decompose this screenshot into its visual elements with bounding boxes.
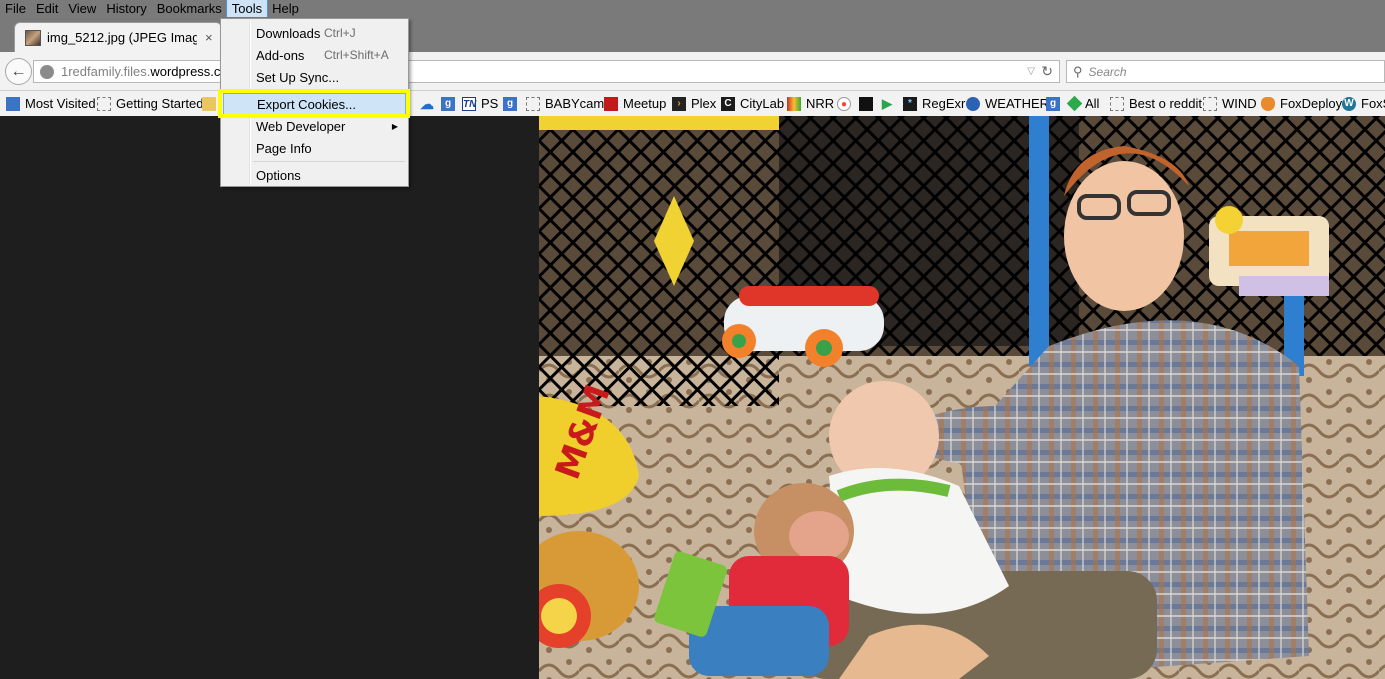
page-content: M&M <box>0 116 1385 679</box>
menu-bookmarks[interactable]: Bookmarks <box>152 0 227 17</box>
tab-title: img_5212.jpg (JPEG Image,... <box>47 30 197 45</box>
menuitem-web-developer[interactable]: Web Developer ▶ <box>223 115 406 137</box>
photo-illustration: M&M <box>539 116 1385 679</box>
bookmark-google-1[interactable]: g <box>441 91 460 116</box>
menu-tools[interactable]: Tools <box>225 0 269 18</box>
bookmark-getting-started[interactable]: Getting Started <box>97 91 203 116</box>
url-bar[interactable]: 1redfamily.files. wordpress.com ▽ ↻ <box>33 60 1060 83</box>
search-placeholder: Search <box>1088 64 1127 79</box>
tab-close-icon[interactable]: × <box>205 30 213 45</box>
bookmark-regexr[interactable]: * RegExr <box>903 91 965 116</box>
onedrive-icon: ☁ <box>420 95 434 112</box>
displayed-photo[interactable]: M&M <box>539 116 1385 679</box>
google-icon: g <box>1046 96 1060 111</box>
menu-view[interactable]: View <box>63 0 101 17</box>
bookmark-babycam[interactable]: BABYcam <box>526 91 604 116</box>
bookmark-wind[interactable]: WIND <box>1203 91 1257 116</box>
bookmark-weather[interactable]: WEATHER <box>966 91 1049 116</box>
tn-icon: TN <box>462 96 477 111</box>
google-play-icon: ▶ <box>882 95 892 111</box>
page-icon <box>97 96 111 111</box>
most-visited-icon <box>6 96 20 111</box>
menu-help[interactable]: Help <box>267 0 304 17</box>
back-button[interactable]: ← <box>5 58 32 85</box>
menu-bar: File Edit View History Bookmarks Tools H… <box>0 0 1385 18</box>
menu-separator <box>253 161 405 162</box>
bookmark-google-3[interactable]: g <box>1046 91 1065 116</box>
reddit-icon: ● <box>837 96 851 111</box>
bookmark-onedrive[interactable]: ☁ <box>420 91 439 116</box>
citylab-icon: C <box>721 96 735 111</box>
menuitem-page-info[interactable]: Page Info <box>223 137 406 159</box>
globe-icon <box>40 64 54 79</box>
bookmark-foxdeploy[interactable]: FoxDeploy <box>1261 91 1342 116</box>
bookmark-plex[interactable]: › Plex <box>672 91 716 116</box>
bookmark-reddit[interactable]: ● <box>837 91 856 116</box>
url-prefix: 1redfamily.files. <box>61 64 151 79</box>
menuitem-options[interactable]: Options <box>223 164 406 186</box>
menuitem-add-ons[interactable]: Add-ons Ctrl+Shift+A <box>223 44 406 66</box>
bookmark-nrr[interactable]: NRR <box>787 91 834 116</box>
fox-icon <box>1261 96 1275 111</box>
menuitem-downloads[interactable]: Downloads Ctrl+J <box>223 22 406 44</box>
search-input[interactable]: ⚲ Search <box>1066 60 1385 83</box>
bookmarks-toolbar: Most Visited Getting Started ☁ g TN PS g … <box>0 91 1385 116</box>
nrr-icon <box>787 96 801 111</box>
wordpress-icon: W <box>1342 96 1356 111</box>
regexr-icon: * <box>903 96 917 111</box>
page-icon <box>1110 96 1124 111</box>
image-thumbnail-icon <box>25 29 41 46</box>
bookmark-google-2[interactable]: g <box>503 91 522 116</box>
weather-icon <box>966 96 980 111</box>
bookmark-ps[interactable]: TN PS <box>462 91 498 116</box>
submenu-arrow-icon: ▶ <box>391 121 398 131</box>
navigation-bar: ← 1redfamily.files. wordpress.com ▽ ↻ ⚲ S… <box>0 52 1385 91</box>
history-dropdown-icon[interactable]: ▽ <box>1027 66 1035 77</box>
bookmark-meetup[interactable]: Meetup <box>604 91 666 116</box>
highlight-annotation-box <box>218 89 410 118</box>
bookmark-digg[interactable] <box>859 91 878 116</box>
bookmark-all[interactable]: All <box>1066 91 1099 116</box>
google-icon: g <box>503 96 517 111</box>
folder-icon <box>202 96 216 111</box>
bookmark-google-play[interactable]: ▶ <box>880 91 899 116</box>
bookmark-foxs[interactable]: WFoxS <box>1342 91 1385 116</box>
bookmark-best-o-reddit[interactable]: Best o reddit <box>1110 91 1202 116</box>
feedly-icon <box>1066 95 1083 112</box>
tab-image[interactable]: img_5212.jpg (JPEG Image,... × <box>14 22 222 52</box>
menu-history[interactable]: History <box>101 0 151 17</box>
plex-icon: › <box>672 96 686 111</box>
page-icon <box>1203 96 1217 111</box>
page-icon <box>526 96 540 111</box>
bookmark-citylab[interactable]: C CityLab <box>721 91 784 116</box>
menuitem-set-up-sync[interactable]: Set Up Sync... <box>223 66 406 88</box>
reload-icon[interactable]: ↻ <box>1041 63 1053 80</box>
google-icon: g <box>441 96 455 111</box>
meetup-icon <box>604 96 618 111</box>
digg-icon <box>859 96 873 111</box>
search-icon: ⚲ <box>1073 63 1083 79</box>
bookmark-most-visited[interactable]: Most Visited <box>6 91 96 116</box>
menu-file[interactable]: File <box>0 0 31 17</box>
tab-strip: img_5212.jpg (JPEG Image,... × <box>0 17 1385 52</box>
menu-edit[interactable]: Edit <box>31 0 63 17</box>
